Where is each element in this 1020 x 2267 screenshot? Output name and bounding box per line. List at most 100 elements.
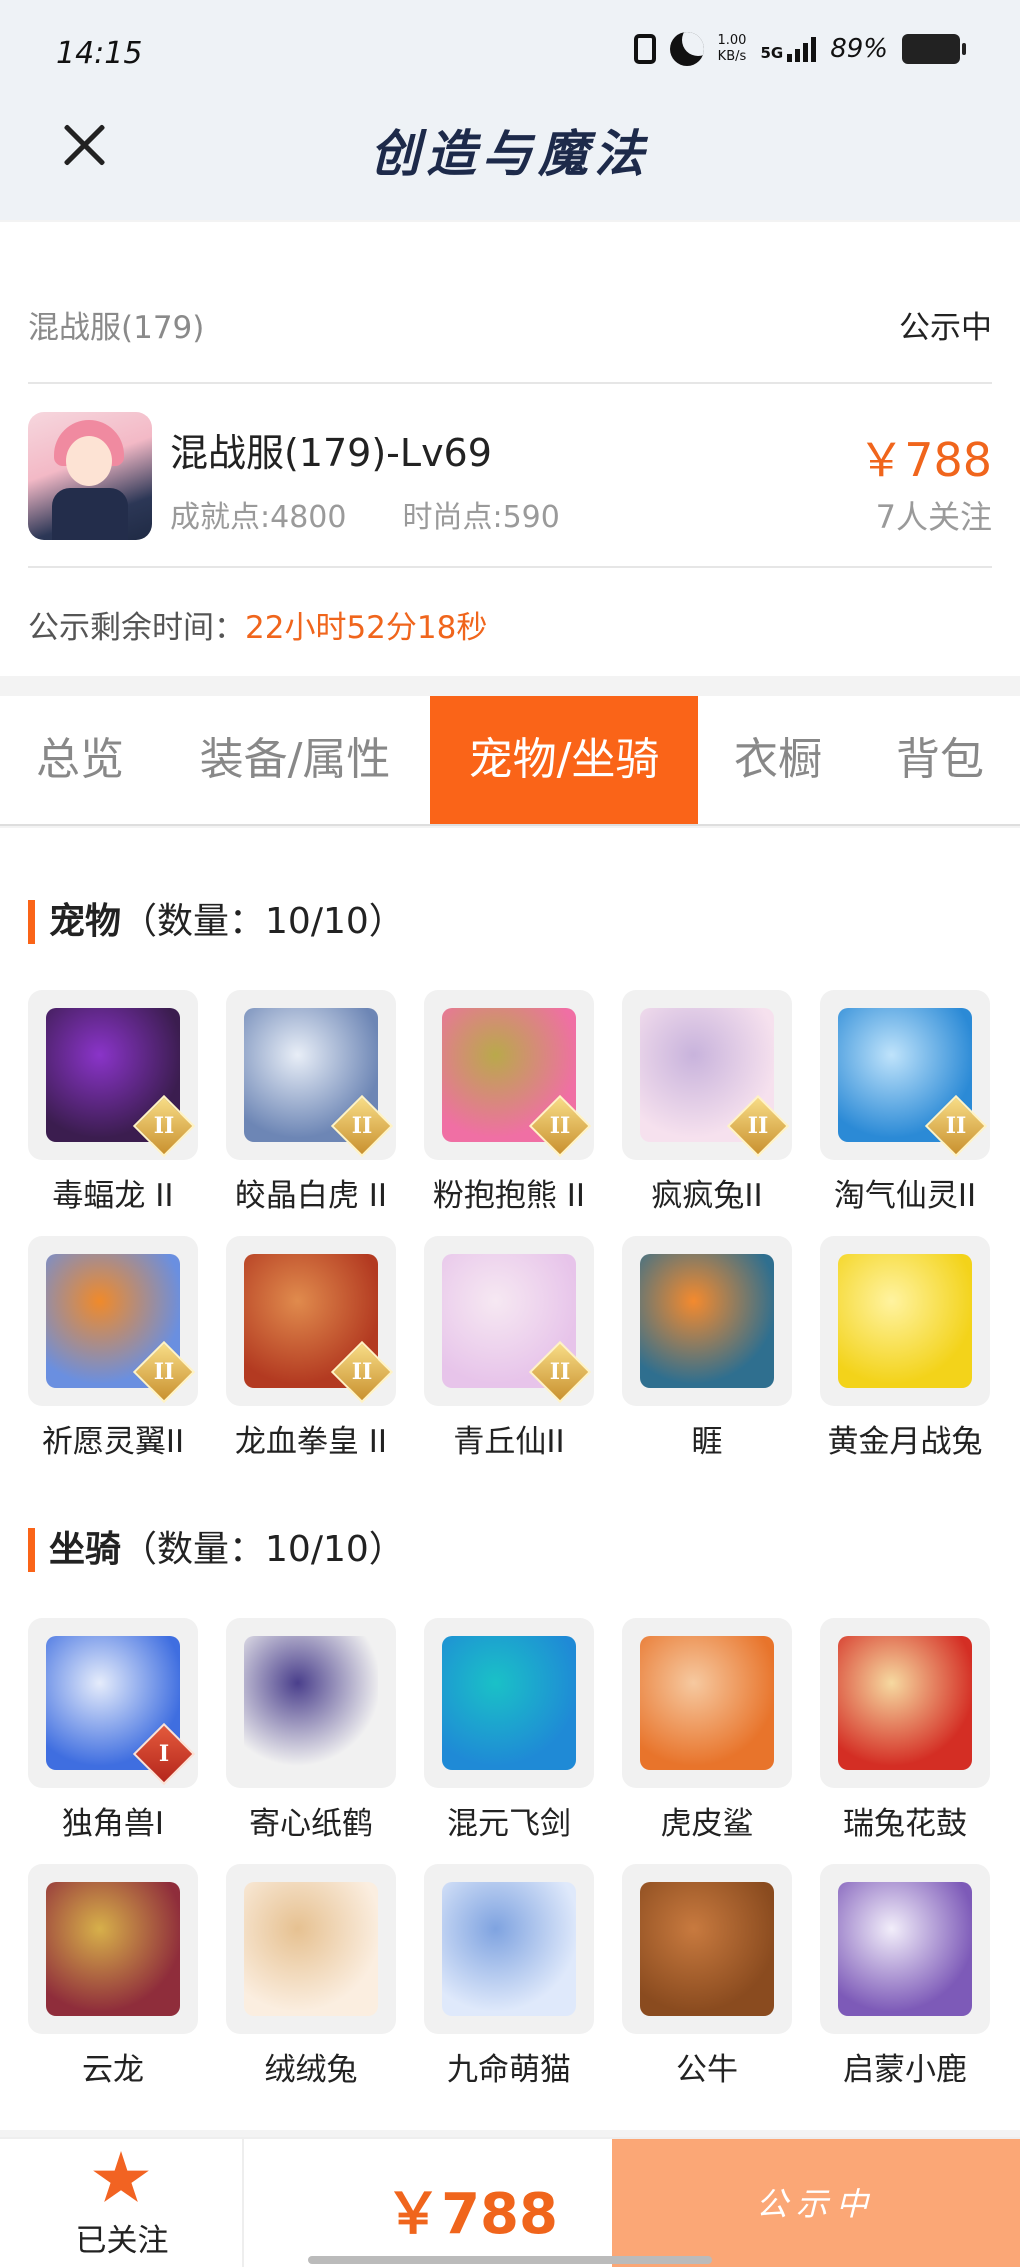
pet-item[interactable]: II 龙血拳皇 II (226, 1236, 396, 1466)
cloud-dragon-artwork (46, 1882, 180, 2016)
pink-hug-bear-icon: II (424, 990, 594, 1160)
dragon-blood-fist-ram-icon: II (226, 1236, 396, 1406)
qingqiu-fox-fairy-icon: II (424, 1236, 594, 1406)
battery-icon (902, 34, 966, 64)
crazy-rabbit-icon: II (622, 990, 792, 1160)
tab-bar: 总览 装备/属性 宠物/坐骑 衣橱 背包 (0, 696, 1020, 826)
yazi-dragon-artwork (640, 1254, 774, 1388)
mounts-section-title: 坐骑（数量：10/10） (28, 1528, 405, 1572)
remaining-time-value: 22小时52分18秒 (245, 610, 488, 646)
item-name: 寄心纸鹤 (249, 1806, 373, 1842)
remaining-time-label: 公示剩余时间： (28, 610, 245, 646)
item-name: 祈愿灵翼II (41, 1424, 185, 1460)
listing-info: 混战服(179) 公示中 混战服(179)-Lv69 成就点:4800 时尚点:… (0, 222, 1020, 676)
mount-item[interactable]: 公牛 (622, 1864, 792, 2094)
tab-backpack[interactable]: 背包 (870, 696, 1010, 824)
mount-item[interactable]: 瑞兔花鼓 (820, 1618, 990, 1848)
mount-item[interactable]: 绒绒兔 (226, 1864, 396, 2094)
golden-moon-rabbit-artwork (838, 1254, 972, 1388)
item-name: 启蒙小鹿 (843, 2052, 967, 2088)
character-avatar (28, 412, 152, 540)
bull-icon (622, 1864, 792, 2034)
mount-item[interactable]: 寄心纸鹤 (226, 1618, 396, 1848)
rabbit-drum-artwork (838, 1636, 972, 1770)
vibrate-icon (633, 34, 656, 64)
bottom-price: ￥788 (385, 2182, 558, 2247)
naughty-fairy-dog-icon: II (820, 990, 990, 1160)
nine-lives-cat-artwork (442, 1882, 576, 2016)
home-indicator[interactable] (308, 2256, 712, 2264)
unicorn-icon: I (28, 1618, 198, 1788)
battery-percent: 89% (830, 34, 888, 64)
character-row[interactable]: 混战服(179)-Lv69 成就点:4800 时尚点:590 ￥788 7人关注 (28, 384, 992, 568)
item-name: 淘气仙灵II (833, 1178, 977, 1214)
listing-price: ￥788 (858, 433, 992, 487)
star-icon (93, 2151, 149, 2202)
pet-item[interactable]: II 皎晶白虎 II (226, 990, 396, 1220)
signal-type: 5G (760, 44, 784, 62)
follower-count: 7人关注 (875, 498, 992, 536)
white-crystal-tiger-icon: II (226, 990, 396, 1160)
status-bar: 14:15 1.00 KB/s 5G 89% (0, 0, 1020, 110)
item-name: 混元飞剑 (447, 1806, 571, 1842)
tiger-shark-artwork (640, 1636, 774, 1770)
follow-button[interactable]: 已关注 (0, 2139, 244, 2267)
listing-status: 公示中 (899, 310, 992, 346)
item-name: 虎皮鲨 (660, 1806, 754, 1842)
tab-equipment[interactable]: 装备/属性 (175, 696, 415, 824)
tab-pets-mounts[interactable]: 宠物/坐骑 (430, 696, 698, 824)
item-name: 睚 (691, 1424, 723, 1460)
fluffy-rabbit-artwork (244, 1882, 378, 2016)
signal-bars-icon (787, 36, 817, 62)
pet-item[interactable]: II 祈愿灵翼II (28, 1236, 198, 1466)
paper-crane-artwork (244, 1636, 378, 1770)
wish-spirit-eagle-icon: II (28, 1236, 198, 1406)
follow-label: 已关注 (75, 2223, 169, 2259)
pet-item[interactable]: II 淘气仙灵II (820, 990, 990, 1220)
mount-item[interactable]: 九命萌猫 (424, 1864, 594, 2094)
item-name: 龙血拳皇 II (234, 1424, 388, 1460)
pet-item[interactable]: 睚 (622, 1236, 792, 1466)
do-not-disturb-icon (669, 32, 704, 66)
pet-item[interactable]: II 青丘仙II (424, 1236, 594, 1466)
tab-wardrobe[interactable]: 衣橱 (713, 696, 843, 824)
paper-crane-icon (226, 1618, 396, 1788)
item-name: 疯疯兔II (651, 1178, 763, 1214)
pet-grid: II 毒蝠龙 II II 皎晶白虎 II II 粉抱抱熊 II II 疯疯兔II II 淘气仙灵I… (28, 990, 992, 1466)
bull-artwork (640, 1882, 774, 2016)
mount-item[interactable]: 混元飞剑 (424, 1618, 594, 1848)
enlightenment-deer-artwork (838, 1882, 972, 2016)
cloud-dragon-icon (28, 1864, 198, 2034)
net-speed: 1.00 KB/s (717, 33, 747, 64)
mount-item[interactable]: 虎皮鲨 (622, 1618, 792, 1848)
mount-item[interactable]: 启蒙小鹿 (820, 1864, 990, 2094)
pet-item[interactable]: 黄金月战兔 (820, 1236, 990, 1466)
pet-item[interactable]: II 疯疯兔II (622, 990, 792, 1220)
status-icons: 1.00 KB/s 5G 89% (633, 32, 966, 66)
item-name: 九命萌猫 (447, 2052, 571, 2088)
item-name: 独角兽I (61, 1806, 165, 1842)
item-name: 青丘仙II (453, 1424, 565, 1460)
status-time: 14:15 (56, 36, 143, 71)
flying-sword-icon (424, 1618, 594, 1788)
mount-item[interactable]: 云龙 (28, 1864, 198, 2094)
pets-mounts-panel: 宠物（数量：10/10） II 毒蝠龙 II II 皎晶白虎 II II 粉抱抱熊 II I… (0, 828, 1020, 2130)
item-name: 瑞兔花鼓 (843, 1806, 967, 1842)
server-name: 混战服(179) (28, 310, 205, 346)
golden-moon-rabbit-icon (820, 1236, 990, 1406)
remaining-time: 公示剩余时间：22小时52分18秒 (28, 602, 487, 647)
item-name: 云龙 (82, 2052, 144, 2088)
nine-lives-cat-icon (424, 1864, 594, 2034)
tab-overview[interactable]: 总览 (0, 696, 160, 824)
character-stats: 成就点:4800 时尚点:590 (170, 492, 560, 536)
pet-item[interactable]: II 粉抱抱熊 II (424, 990, 594, 1220)
character-name: 混战服(179)-Lv69 (170, 431, 492, 475)
pet-item[interactable]: II 毒蝠龙 II (28, 990, 198, 1220)
top-bar: 14:15 1.00 KB/s 5G 89% 创造与魔法 (0, 0, 1020, 220)
mount-item[interactable]: I 独角兽I (28, 1618, 198, 1848)
item-name: 公牛 (676, 2052, 738, 2088)
action-button[interactable]: 公示中 (612, 2139, 1020, 2267)
fashion-points: 时尚点:590 (402, 500, 560, 535)
item-name: 皎晶白虎 II (234, 1178, 388, 1214)
item-name: 黄金月战兔 (827, 1424, 983, 1460)
